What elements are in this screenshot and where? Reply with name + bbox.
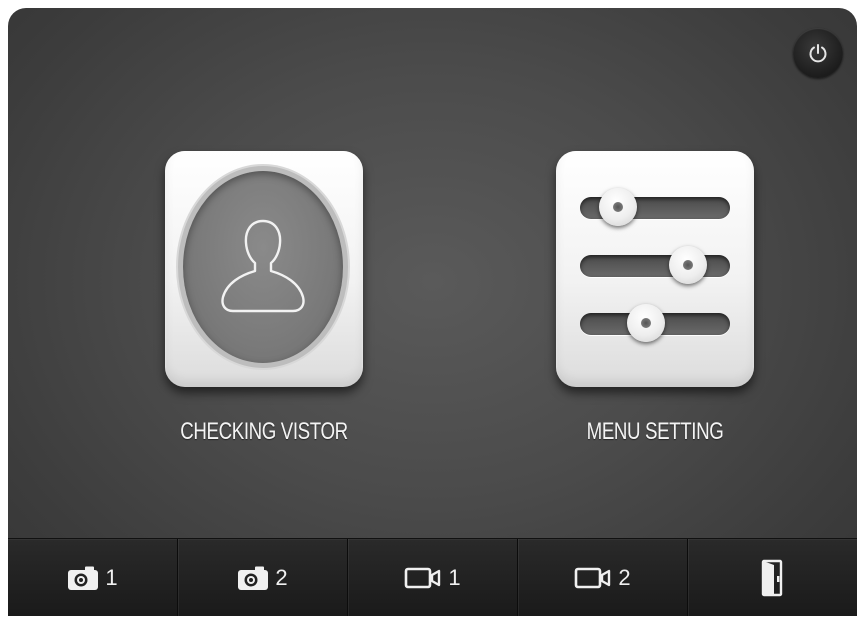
- slider-knob[interactable]: [669, 246, 707, 284]
- photo-number: 2: [275, 564, 288, 590]
- power-icon: [809, 44, 827, 63]
- photo-2-button[interactable]: 2: [177, 539, 347, 616]
- door-icon: [761, 559, 782, 596]
- camera-icon: [68, 566, 99, 590]
- video-2-button[interactable]: 2: [517, 539, 687, 616]
- slider-knob[interactable]: [627, 304, 665, 342]
- visitor-avatar-frame: [183, 171, 343, 363]
- video-camera-icon: [405, 567, 441, 588]
- setting-slider-2[interactable]: [580, 246, 730, 284]
- door-unlock-button[interactable]: [687, 539, 857, 616]
- video-camera-icon: [575, 567, 611, 588]
- video-number: 1: [448, 564, 461, 590]
- setting-slider-1[interactable]: [580, 188, 730, 226]
- checking-visitor-button[interactable]: [165, 151, 363, 387]
- bottom-toolbar: 1 2 1 2: [8, 538, 857, 616]
- camera-icon: [238, 566, 269, 590]
- video-1-button[interactable]: 1: [347, 539, 517, 616]
- video-number: 2: [618, 564, 631, 590]
- person-icon: [221, 219, 305, 313]
- menu-setting-button[interactable]: [556, 151, 754, 387]
- photo-1-button[interactable]: 1: [8, 539, 177, 616]
- checking-visitor-label[interactable]: CHECKING VISTOR: [166, 418, 363, 446]
- power-button[interactable]: [793, 28, 843, 78]
- intercom-screen: CHECKING VISTOR MENU SETTING 1 2 1 2: [8, 8, 857, 616]
- setting-slider-3[interactable]: [580, 304, 730, 342]
- menu-setting-label[interactable]: MENU SETTING: [557, 418, 754, 446]
- photo-number: 1: [105, 564, 118, 590]
- slider-knob[interactable]: [598, 188, 637, 226]
